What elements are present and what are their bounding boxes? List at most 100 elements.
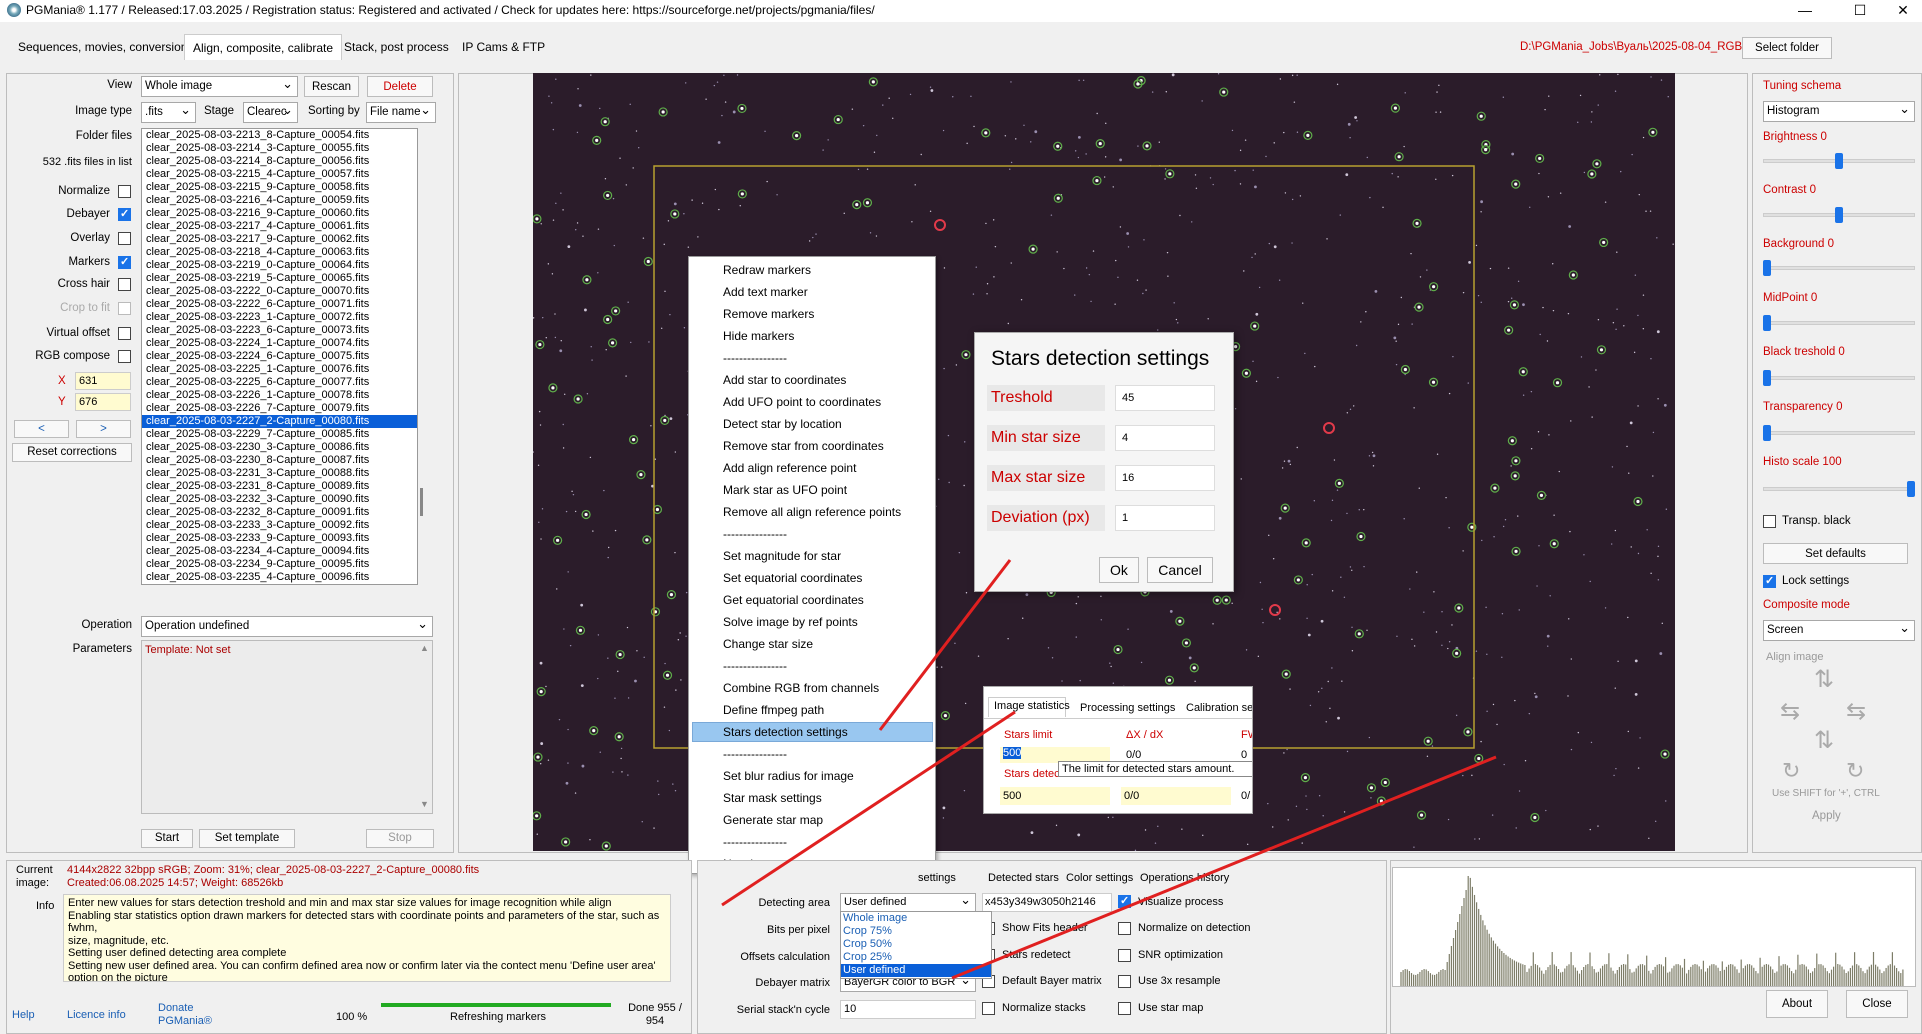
menu-item[interactable]: Add align reference point [723,461,856,475]
tab-calibration-settings[interactable]: Calibration setti [1186,702,1252,714]
ok-button[interactable]: Ok [1099,557,1139,583]
dropdown-option[interactable]: Crop 25% [841,951,991,964]
use-star-map-checkbox[interactable] [1118,1002,1131,1015]
menu-item[interactable]: Redraw markers [723,263,811,277]
file-list-item[interactable]: clear_2025-08-03-2216_4-Capture_00059.fi… [142,194,417,207]
donate-link[interactable]: Donate PGMania® [158,1002,228,1028]
slider-thumb[interactable] [1835,207,1843,223]
close-button[interactable]: Close [1846,990,1908,1018]
lock-settings-checkbox[interactable] [1763,574,1776,588]
set-template-button[interactable]: Set template [199,829,295,848]
composite-mode-select[interactable]: Screen [1763,620,1915,641]
tab-ipcams[interactable]: IP Cams & FTP [454,34,553,60]
normalize-stacks-checkbox[interactable] [982,1002,995,1015]
menu-item[interactable]: Remove markers [723,307,814,321]
markers-checkbox[interactable] [118,255,131,269]
midpoint-slider[interactable] [1763,312,1915,334]
rgb-compose-checkbox[interactable] [118,350,131,363]
menu-item[interactable]: Remove all align reference points [723,505,901,519]
tab-image-statistics[interactable]: Image statistics [994,700,1070,712]
file-list-item[interactable]: clear_2025-08-03-2223_6-Capture_00073.fi… [142,324,417,337]
file-list-item[interactable]: clear_2025-08-03-2214_8-Capture_00056.fi… [142,155,417,168]
file-list-item[interactable]: clear_2025-08-03-2227_2-Capture_00080.fi… [142,415,417,428]
menu-item[interactable]: Combine RGB from channels [723,681,879,695]
file-list-item[interactable]: clear_2025-08-03-2234_9-Capture_00095.fi… [142,558,417,571]
background-slider[interactable] [1763,257,1915,279]
overlay-checkbox[interactable] [118,232,131,245]
file-list[interactable]: clear_2025-08-03-2213_8-Capture_00054.fi… [141,128,418,585]
file-list-item[interactable]: clear_2025-08-03-2233_3-Capture_00092.fi… [142,519,417,532]
set-defaults-button[interactable]: Set defaults [1763,543,1908,564]
tab-settings[interactable]: settings [918,872,956,884]
tab-stack[interactable]: Stack, post process [336,34,457,60]
treshold-input[interactable]: 45 [1115,385,1215,411]
operation-select[interactable]: Operation undefined [141,616,433,637]
contrast-slider[interactable] [1763,204,1915,226]
file-list-item[interactable]: clear_2025-08-03-2231_8-Capture_00089.fi… [142,480,417,493]
align-up-icon[interactable]: ⇅ [1814,665,1834,694]
menu-item[interactable]: Get equatorial coordinates [723,593,864,607]
help-link[interactable]: Help [12,1009,35,1021]
reset-corrections-button[interactable]: Reset corrections [12,443,132,462]
y-input[interactable]: 676 [75,393,131,411]
slider-thumb[interactable] [1835,153,1843,169]
scroll-down-icon[interactable]: ▼ [420,799,429,809]
tab-detected-stars[interactable]: Detected stars [988,872,1059,884]
menu-item[interactable]: Set blur radius for image [723,769,854,783]
align-right-icon[interactable]: ⇆ [1846,697,1866,726]
slider-thumb[interactable] [1763,315,1771,331]
tab-processing-settings[interactable]: Processing settings [1080,702,1175,714]
file-list-item[interactable]: clear_2025-08-03-2232_3-Capture_00090.fi… [142,493,417,506]
file-list-item[interactable]: clear_2025-08-03-2214_3-Capture_00055.fi… [142,142,417,155]
dropdown-option[interactable]: Crop 50% [841,938,991,951]
start-button[interactable]: Start [141,829,193,848]
file-list-item[interactable]: clear_2025-08-03-2219_5-Capture_00065.fi… [142,272,417,285]
rotate-ccw-icon[interactable]: ↻ [1782,758,1800,784]
black-treshold-slider[interactable] [1763,367,1915,389]
align-left-icon[interactable]: ⇆ [1780,697,1800,726]
rescan-button[interactable]: Rescan [304,76,359,97]
file-list-item[interactable]: clear_2025-08-03-2226_7-Capture_00079.fi… [142,402,417,415]
file-list-item[interactable]: clear_2025-08-03-2217_9-Capture_00062.fi… [142,233,417,246]
area-coords-input[interactable]: x453y349w3050h2146 [982,893,1112,912]
next-button[interactable]: > [76,420,131,438]
menu-item[interactable]: Solve image by ref points [723,615,858,629]
close-window-button[interactable]: ✕ [1880,0,1922,22]
about-button[interactable]: About [1766,990,1828,1018]
menu-item[interactable]: Change star size [723,637,813,651]
menu-item[interactable]: Hide markers [723,329,794,343]
file-list-item[interactable]: clear_2025-08-03-2234_4-Capture_00094.fi… [142,545,417,558]
max-star-size-input[interactable]: 16 [1115,465,1215,491]
file-list-item[interactable]: clear_2025-08-03-2230_3-Capture_00086.fi… [142,441,417,454]
slider-thumb[interactable] [1763,370,1771,386]
x-input[interactable]: 631 [75,372,131,390]
prev-button[interactable]: < [14,420,69,438]
tuning-schema-select[interactable]: Histogram [1763,101,1915,122]
tab-operations-history[interactable]: Operations history [1140,872,1229,884]
tab-sequences[interactable]: Sequences, movies, conversion [10,34,195,60]
maximize-button[interactable]: ☐ [1837,0,1883,22]
file-list-item[interactable]: clear_2025-08-03-2217_4-Capture_00061.fi… [142,220,417,233]
histo-scale-slider[interactable] [1763,478,1915,500]
dropdown-option[interactable]: Whole image [841,912,991,925]
normalize-checkbox[interactable] [118,185,131,198]
menu-item[interactable]: Mark star as UFO point [723,483,847,497]
file-list-item[interactable]: clear_2025-08-03-2230_8-Capture_00087.fi… [142,454,417,467]
file-list-item[interactable]: clear_2025-08-03-2232_8-Capture_00091.fi… [142,506,417,519]
file-list-item[interactable]: clear_2025-08-03-2225_1-Capture_00076.fi… [142,363,417,376]
scroll-up-icon[interactable]: ▲ [420,643,429,653]
menu-item[interactable]: Remove star from coordinates [723,439,884,453]
file-list-item[interactable]: clear_2025-08-03-2233_9-Capture_00093.fi… [142,532,417,545]
file-list-item[interactable]: clear_2025-08-03-2219_0-Capture_00064.fi… [142,259,417,272]
tab-align[interactable]: Align, composite, calibrate [184,34,343,60]
visualize-checkbox[interactable] [1118,894,1131,908]
brightness-slider[interactable] [1763,150,1915,172]
file-list-item[interactable]: clear_2025-08-03-2235_4-Capture_00096.fi… [142,571,417,584]
file-list-item[interactable]: clear_2025-08-03-2226_1-Capture_00078.fi… [142,389,417,402]
serial-stack-input[interactable]: 10 [840,1000,976,1019]
stop-button[interactable]: Stop [366,829,434,848]
file-list-item[interactable]: clear_2025-08-03-2224_1-Capture_00074.fi… [142,337,417,350]
detecting-area-select[interactable]: User defined [840,893,976,912]
dropdown-option[interactable]: User defined [841,964,991,977]
tab-color-settings[interactable]: Color settings [1066,872,1133,884]
